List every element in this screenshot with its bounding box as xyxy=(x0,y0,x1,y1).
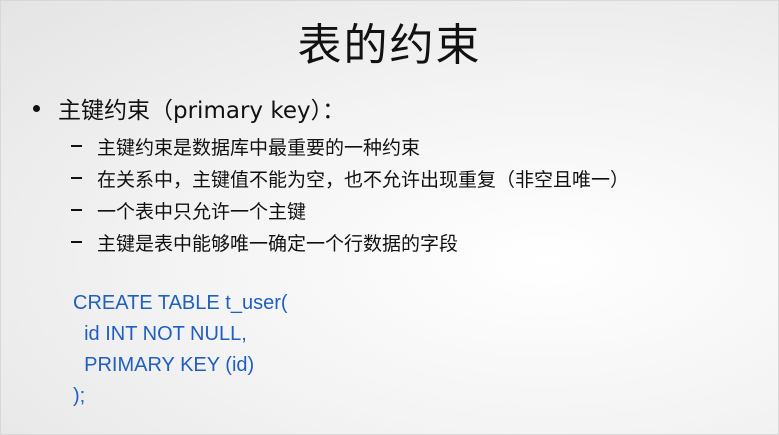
sub-bullet-text: 主键约束是数据库中最重要的一种约束 xyxy=(97,136,421,159)
sub-bullet: 在关系中，主键值不能为空，也不允许出现重复（非空且唯一） xyxy=(71,162,629,194)
main-bullet: 主键约束（primary key）： xyxy=(33,91,345,125)
slide-title: 表的约束 xyxy=(297,20,482,71)
dash-icon xyxy=(71,241,82,243)
code-line: CREATE TABLE t_user( xyxy=(73,292,288,314)
sub-bullet-text: 在关系中，主键值不能为空，也不允许出现重复（非空且唯一） xyxy=(97,168,630,191)
main-bullet-text: 主键约束（primary key）： xyxy=(58,98,346,124)
code-line: ); xyxy=(73,385,86,407)
dash-icon xyxy=(71,177,82,179)
sub-bullet-text: 一个表中只允许一个主键 xyxy=(97,200,307,223)
slide: 表的约束 主键约束（primary key）： 主键约束是数据库中最重要的一种约… xyxy=(0,0,779,435)
sub-bullet-text: 主键是表中能够唯一确定一个行数据的字段 xyxy=(97,232,459,255)
code-line: id INT NOT NULL, xyxy=(73,323,247,345)
sub-bullet: 一个表中只允许一个主键 xyxy=(71,194,629,226)
sub-bullet-list: 主键约束是数据库中最重要的一种约束 在关系中，主键值不能为空，也不允许出现重复（… xyxy=(71,130,629,258)
sub-bullet: 主键是表中能够唯一确定一个行数据的字段 xyxy=(71,226,629,258)
dash-icon xyxy=(71,145,82,147)
dash-icon xyxy=(71,209,82,211)
sql-code-block: CREATE TABLE t_user( id INT NOT NULL, PR… xyxy=(73,288,288,412)
bullet-dot-icon xyxy=(33,104,40,112)
sub-bullet: 主键约束是数据库中最重要的一种约束 xyxy=(71,130,629,162)
code-line: PRIMARY KEY (id) xyxy=(73,354,255,376)
